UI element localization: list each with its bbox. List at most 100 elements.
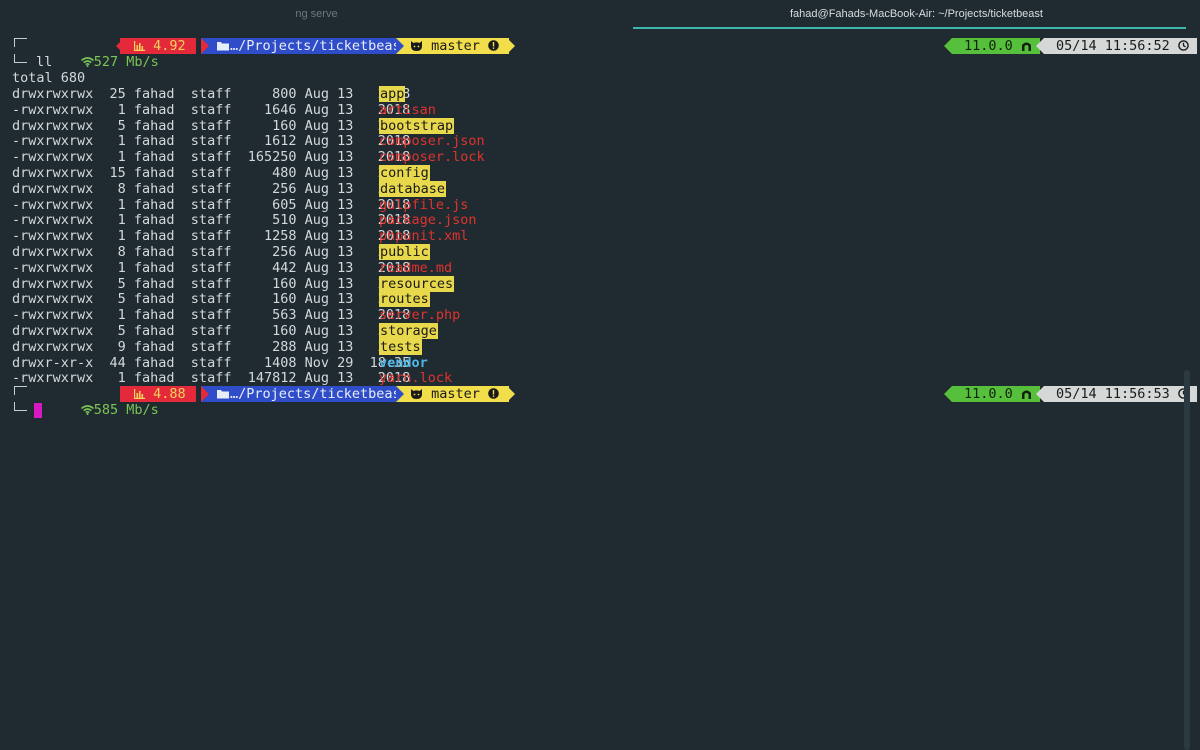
exclamation-circle-icon xyxy=(488,40,499,51)
path-value: …/Projects/ticketbeast xyxy=(230,38,409,54)
listing-row-meta: -rwxrwxrwx 1 fahad staff 442 Aug 13 2018 xyxy=(12,259,411,276)
listing-filename: app xyxy=(379,86,406,102)
exclamation-circle-icon xyxy=(488,388,499,399)
listing-row-meta: drwxr-xr-x 44 fahad staff 1408 Nov 29 18… xyxy=(12,354,411,371)
tab-ticketbeast[interactable]: fahad@Fahads-MacBook-Air: ~/Projects/tic… xyxy=(633,0,1200,29)
path-segment: …/Projects/ticketbeast xyxy=(201,38,419,54)
typed-command: ll xyxy=(36,54,53,70)
listing-filename: resources xyxy=(379,275,455,292)
listing-row: drwxrwxrwx 5 fahad staff 160 Aug 13 2018 xyxy=(12,118,410,134)
listing-filename: composer.lock xyxy=(379,149,485,166)
bar-chart-icon xyxy=(134,389,145,399)
network-speed-value: 527 Mb/s xyxy=(93,54,159,70)
listing-row-meta: -rwxrwxrwx 1 fahad staff 510 Aug 13 2018 xyxy=(12,212,411,229)
listing-row-meta: drwxrwxrwx 5 fahad staff 160 Aug 13 2018 xyxy=(12,117,411,134)
tab-bar: ng serve fahad@Fahads-MacBook-Air: ~/Pro… xyxy=(0,0,1200,29)
prompt-corner xyxy=(12,38,32,68)
listing-row: drwxrwxrwx 9 fahad staff 288 Aug 13 2018 xyxy=(12,339,410,355)
node-version-value: 11.0.0 xyxy=(964,38,1013,54)
listing-row: -rwxrwxrwx 1 fahad staff 1258 Aug 13 201… xyxy=(12,228,410,244)
prompt-line-2: 585 Mb/s 4.88 …/Projects/ticketbeast mas… xyxy=(12,386,1197,418)
listing-filename: artisan xyxy=(379,101,436,118)
listing-row: drwxr-xr-x 44 fahad staff 1408 Nov 29 18… xyxy=(12,355,410,371)
wifi-icon xyxy=(80,57,94,67)
listing-filename: config xyxy=(379,165,430,181)
listing-row: drwxrwxrwx 5 fahad staff 160 Aug 13 2018 xyxy=(12,276,410,292)
cpu-load-value: 4.92 xyxy=(153,38,186,54)
listing-row: drwxrwxrwx 5 fahad staff 160 Aug 13 2018 xyxy=(12,291,410,307)
path-segment: …/Projects/ticketbeast xyxy=(201,386,419,402)
listing-row: drwxrwxrwx 8 fahad staff 256 Aug 13 2018 xyxy=(12,244,410,260)
listing-total: total 680 xyxy=(12,70,86,86)
listing-filename: readme.md xyxy=(379,259,453,276)
branch-name: master xyxy=(431,386,480,402)
listing-filename: public xyxy=(379,244,430,260)
listing-row: drwxrwxrwx 25 fahad staff 800 Aug 13 201… xyxy=(12,86,410,102)
listing-row: -rwxrwxrwx 1 fahad staff 442 Aug 13 2018 xyxy=(12,260,410,276)
branch-name: master xyxy=(431,38,480,54)
listing-row-meta: drwxrwxrwx 9 fahad staff 288 Aug 13 2018 xyxy=(12,338,411,355)
datetime-segment: 05/14 11:56:52 xyxy=(1044,38,1197,54)
node-arch-icon xyxy=(1021,42,1031,51)
listing-row: -rwxrwxrwx 1 fahad staff 147812 Aug 13 2… xyxy=(12,370,410,386)
listing-row: -rwxrwxrwx 1 fahad staff 605 Aug 13 2018 xyxy=(12,197,410,213)
listing-filename: server.php xyxy=(379,307,461,324)
listing-row-meta: -rwxrwxrwx 1 fahad staff 1612 Aug 13 201… xyxy=(12,133,411,150)
listing-row: drwxrwxrwx 8 fahad staff 256 Aug 13 2018 xyxy=(12,181,410,197)
listing-filename: gulpfile.js xyxy=(379,196,469,213)
node-version-value: 11.0.0 xyxy=(964,386,1013,402)
listing-filename: database xyxy=(379,180,447,197)
datetime-value: 05/14 11:56:52 xyxy=(1056,38,1170,54)
listing-row-meta: drwxrwxrwx 5 fahad staff 160 Aug 13 2018 xyxy=(12,275,411,292)
listing-row-meta: drwxrwxrwx 8 fahad staff 256 Aug 13 2018 xyxy=(12,244,411,260)
prompt-corner xyxy=(12,386,32,416)
listing-filename: vendor xyxy=(379,354,428,371)
folder-icon xyxy=(217,390,229,399)
node-arch-icon xyxy=(1021,390,1031,399)
listing-row-meta: -rwxrwxrwx 1 fahad staff 563 Aug 13 2018 xyxy=(12,307,411,324)
node-version-segment: 11.0.0 xyxy=(952,386,1040,402)
scrollbar[interactable] xyxy=(1184,370,1190,750)
datetime-segment: 05/14 11:56:53 xyxy=(1044,386,1197,402)
listing-row: -rwxrwxrwx 1 fahad staff 1646 Aug 13 201… xyxy=(12,102,410,118)
listing-filename: storage xyxy=(379,323,438,339)
listing-row-meta: drwxrwxrwx 5 fahad staff 160 Aug 13 2018 xyxy=(12,291,411,308)
listing-filename: tests xyxy=(379,338,422,355)
listing-row-meta: drwxrwxrwx 5 fahad staff 160 Aug 13 2018 xyxy=(12,323,411,339)
listing-filename: phpunit.xml xyxy=(379,228,469,245)
git-segment: master xyxy=(396,38,510,54)
listing-filename: routes xyxy=(379,291,430,308)
cpu-load-value: 4.88 xyxy=(153,386,186,402)
github-cat-icon xyxy=(411,389,422,399)
git-segment: master xyxy=(396,386,510,402)
terminal-cursor[interactable] xyxy=(34,403,42,418)
listing-row-meta: -rwxrwxrwx 1 fahad staff 605 Aug 13 2018 xyxy=(12,196,411,213)
cpu-load-segment: 4.88 xyxy=(120,386,196,402)
listing-row: drwxrwxrwx 15 fahad staff 480 Aug 13 201… xyxy=(12,165,410,181)
github-cat-icon xyxy=(411,41,422,51)
listing-row: -rwxrwxrwx 1 fahad staff 510 Aug 13 2018 xyxy=(12,212,410,228)
listing-row: -rwxrwxrwx 1 fahad staff 1612 Aug 13 201… xyxy=(12,133,410,149)
prompt-line-1: 527 Mb/s 4.92 …/Projects/ticketbeast mas… xyxy=(12,38,1197,70)
listing-row-meta: -rwxrwxrwx 1 fahad staff 1258 Aug 13 201… xyxy=(12,228,411,245)
network-speed-value: 585 Mb/s xyxy=(93,402,159,418)
listing-filename: yarn.lock xyxy=(379,370,453,387)
cpu-load-segment: 4.92 xyxy=(120,38,196,54)
listing-row: -rwxrwxrwx 1 fahad staff 165250 Aug 13 2… xyxy=(12,149,410,165)
listing-row-meta: drwxrwxrwx 25 fahad staff 800 Aug 13 201… xyxy=(12,86,411,102)
wifi-icon xyxy=(80,405,94,415)
tab-ng-serve[interactable]: ng serve xyxy=(0,0,633,29)
listing-row-meta: drwxrwxrwx 15 fahad staff 480 Aug 13 201… xyxy=(12,165,411,181)
listing-row: -rwxrwxrwx 1 fahad staff 563 Aug 13 2018 xyxy=(12,307,410,323)
path-value: …/Projects/ticketbeast xyxy=(230,386,409,402)
listing-row-meta: drwxrwxrwx 8 fahad staff 256 Aug 13 2018 xyxy=(12,180,411,197)
datetime-value: 05/14 11:56:53 xyxy=(1056,386,1170,402)
listing-filename: bootstrap xyxy=(379,117,455,134)
listing-row: drwxrwxrwx 5 fahad staff 160 Aug 13 2018 xyxy=(12,323,410,339)
listing-row-meta: -rwxrwxrwx 1 fahad staff 1646 Aug 13 201… xyxy=(12,101,411,118)
folder-icon xyxy=(217,42,229,51)
clock-icon xyxy=(1178,40,1189,51)
terminal-output[interactable]: 527 Mb/s 4.92 …/Projects/ticketbeast mas… xyxy=(12,38,1197,418)
listing-filename: package.json xyxy=(379,212,477,229)
listing-filename: composer.json xyxy=(379,133,485,150)
